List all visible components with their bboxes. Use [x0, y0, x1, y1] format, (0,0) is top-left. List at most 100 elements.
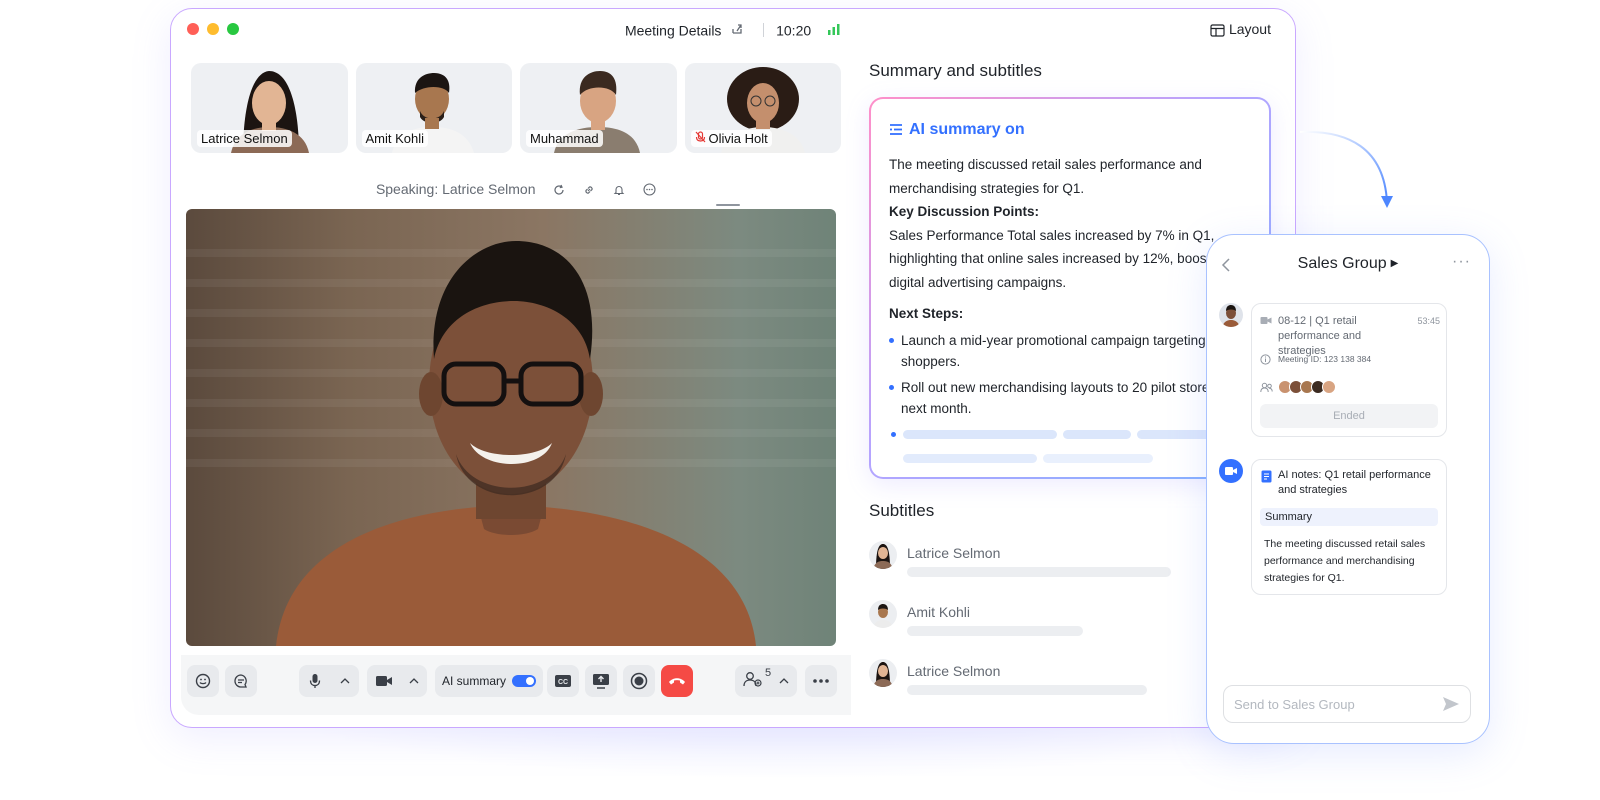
subtitle-row: Latrice Selmon	[869, 659, 1199, 709]
ai-notes-section: Summary	[1260, 508, 1438, 526]
end-call-button[interactable]	[661, 665, 693, 697]
participant-name: Olivia Holt	[690, 130, 772, 147]
record-button[interactable]	[623, 665, 655, 697]
speaker-photo	[276, 241, 756, 646]
share-icon[interactable]	[731, 22, 743, 38]
send-icon[interactable]	[1442, 696, 1460, 717]
subtitle-speaker: Latrice Selmon	[907, 663, 1001, 679]
ai-summary-heading: AI summary on	[889, 121, 1025, 139]
subtitle-row: Latrice Selmon	[869, 541, 1199, 591]
chat-button[interactable]	[225, 665, 257, 697]
captions-button[interactable]: CC	[547, 665, 579, 697]
ai-notes-title: AI notes: Q1 retail performance and stra…	[1278, 469, 1431, 496]
participant-strip: Latrice Selmon Amit Kohli Muhammad Olivi…	[191, 63, 841, 153]
more-options-icon[interactable]: ···	[1452, 253, 1471, 271]
meeting-window: Meeting Details 10:20 Layout Latrice Sel…	[170, 8, 1296, 728]
chat-title[interactable]: Sales Group ▶	[1207, 255, 1489, 273]
meeting-status: Ended	[1260, 404, 1438, 428]
next-steps-heading: Next Steps:	[889, 306, 964, 321]
video-camera-icon	[1260, 317, 1272, 324]
record-icon	[630, 672, 648, 690]
meeting-time: 10:20	[776, 22, 812, 39]
mobile-chat: Sales Group ▶ ··· 08-12 | Q1 retail perfo…	[1206, 234, 1490, 744]
microphone-button[interactable]	[299, 665, 359, 697]
meeting-card-duration: 53:45	[1417, 316, 1440, 326]
bell-icon[interactable]	[613, 183, 625, 199]
signal-strength-icon	[827, 22, 841, 38]
layout-icon	[1210, 24, 1225, 37]
layout-label: Layout	[1228, 21, 1271, 37]
next-step-item: Launch a mid-year promotional campaign t…	[889, 330, 1259, 372]
participants-button[interactable]: 5	[735, 665, 797, 697]
subtitle-speaker: Latrice Selmon	[907, 545, 1001, 561]
subtitle-placeholder	[907, 567, 1171, 577]
link-icon[interactable]	[583, 183, 595, 199]
ai-summary-label: AI summary	[441, 674, 506, 688]
loading-bullet	[891, 432, 896, 437]
message-input[interactable]	[1234, 694, 1434, 714]
participant-name-text: Olivia Holt	[708, 131, 768, 146]
connector-arrow-icon	[1299, 130, 1393, 208]
loading-skeleton	[903, 430, 1057, 439]
meeting-card[interactable]: 08-12 | Q1 retail performance and strate…	[1251, 303, 1447, 437]
layout-button[interactable]: Layout	[1210, 21, 1271, 37]
microphone-icon	[309, 674, 320, 688]
more-button[interactable]	[805, 665, 837, 697]
mic-muted-icon	[695, 131, 706, 146]
camera-button[interactable]	[367, 665, 427, 697]
participant-tile[interactable]: Muhammad	[520, 63, 677, 153]
active-page-indicator	[716, 204, 740, 206]
meeting-card-title: 08-12 | Q1 retail performance and strate…	[1278, 315, 1362, 357]
loading-skeleton	[903, 454, 1037, 463]
participant-tile[interactable]: Latrice Selmon	[191, 63, 348, 153]
reaction-button[interactable]	[187, 665, 219, 697]
speaking-text: Speaking: Latrice Selmon	[375, 181, 536, 197]
svg-text:CC: CC	[558, 679, 568, 686]
participant-count: 5	[765, 666, 772, 679]
chat-title-text: Sales Group	[1297, 255, 1387, 272]
next-step-item: Roll out new merchandising layouts to 20…	[889, 377, 1259, 419]
meeting-stage: Latrice Selmon Amit Kohli Muhammad Olivi…	[181, 59, 851, 727]
ai-notes-text: The meeting discussed retail sales perfo…	[1264, 538, 1426, 584]
meeting-id: Meeting ID: 123 138 384	[1278, 354, 1372, 364]
summary-intro: The meeting discussed retail sales perfo…	[889, 157, 1202, 196]
share-screen-icon	[593, 674, 609, 689]
message-composer	[1223, 685, 1471, 723]
subtitle-speaker: Amit Kohli	[907, 604, 971, 620]
avatar	[1322, 380, 1336, 394]
info-icon	[1260, 354, 1271, 365]
avatar	[869, 600, 897, 628]
share-screen-button[interactable]	[585, 665, 617, 697]
more-dots-icon	[813, 679, 829, 683]
ai-summary-toggle[interactable]: AI summary	[435, 665, 543, 697]
participant-name: Muhammad	[526, 130, 603, 147]
chevron-up-icon[interactable]	[340, 677, 350, 685]
participant-tile[interactable]: Amit Kohli	[355, 63, 512, 153]
window-title[interactable]: Meeting Details	[625, 22, 722, 38]
avatar	[869, 659, 897, 687]
subtitle-row: Amit Kohli	[869, 600, 1199, 650]
meeting-bot-avatar	[1219, 459, 1243, 483]
ai-summary-switch[interactable]	[512, 675, 536, 687]
subtitle-placeholder	[907, 685, 1147, 695]
participants-icon	[1260, 382, 1273, 393]
avatar	[869, 541, 897, 569]
participants-icon-wrap: 5	[743, 667, 771, 692]
video-camera-icon	[376, 676, 392, 686]
title-separator	[763, 23, 765, 38]
chevron-up-icon[interactable]	[409, 677, 419, 685]
ai-summary-body: The meeting discussed retail sales perfo…	[889, 153, 1259, 424]
caret-right-icon: ▶	[1390, 258, 1399, 269]
hang-up-icon	[669, 678, 685, 685]
title-center: Meeting Details 10:20	[171, 21, 1295, 38]
refresh-icon[interactable]	[553, 183, 565, 199]
emoji-icon	[195, 673, 211, 689]
ai-notes-card[interactable]: AI notes: Q1 retail performance and stra…	[1251, 459, 1447, 595]
more-options-icon[interactable]	[643, 183, 656, 199]
participant-tile[interactable]: Olivia Holt	[684, 63, 841, 153]
key-points-heading: Key Discussion Points:	[889, 204, 1040, 219]
speaking-indicator: Speaking: Latrice Selmon	[181, 181, 851, 199]
chevron-up-icon[interactable]	[779, 677, 789, 685]
loading-skeleton	[1043, 454, 1153, 463]
participant-name: Latrice Selmon	[197, 130, 292, 147]
